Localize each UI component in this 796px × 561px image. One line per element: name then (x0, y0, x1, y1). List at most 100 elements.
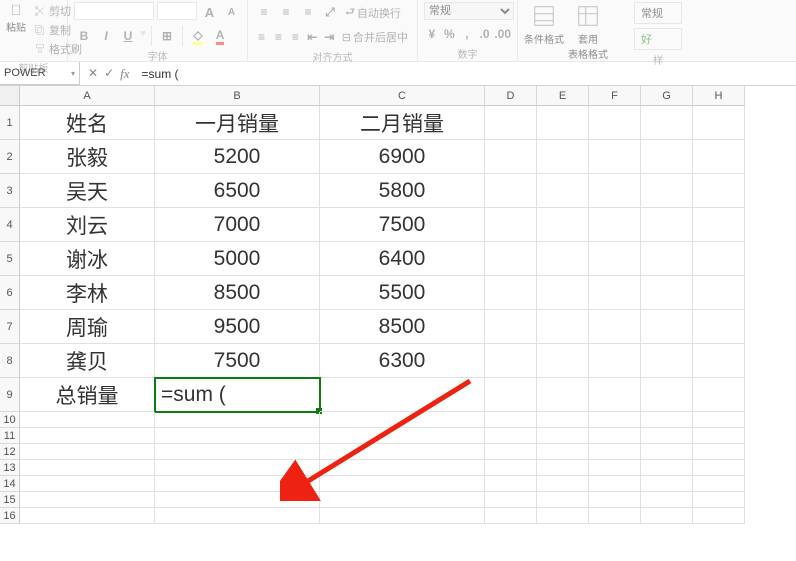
currency-button[interactable]: ¥ (424, 24, 440, 44)
cell-e3[interactable] (537, 174, 589, 208)
cell-e7[interactable] (537, 310, 589, 344)
increase-font-button[interactable]: A (200, 2, 219, 22)
cell-b1[interactable]: 一月销量 (155, 106, 320, 140)
row-header-9[interactable]: 9 (0, 378, 20, 412)
cell-g15[interactable] (641, 492, 693, 508)
row-header-14[interactable]: 14 (0, 476, 20, 492)
cell-h12[interactable] (693, 444, 745, 460)
col-header-h[interactable]: H (693, 86, 745, 106)
col-header-g[interactable]: G (641, 86, 693, 106)
cell-e6[interactable] (537, 276, 589, 310)
cell-d7[interactable] (485, 310, 537, 344)
cell-c16[interactable] (320, 508, 485, 524)
fill-color-button[interactable]: ◇ (188, 26, 208, 46)
cell-b10[interactable] (155, 412, 320, 428)
cell-c14[interactable] (320, 476, 485, 492)
cancel-formula-button[interactable]: ✕ (88, 66, 98, 82)
cell-f11[interactable] (589, 428, 641, 444)
cell-h2[interactable] (693, 140, 745, 174)
cell-g5[interactable] (641, 242, 693, 276)
cell-a12[interactable] (20, 444, 155, 460)
cell-e15[interactable] (537, 492, 589, 508)
cell-h11[interactable] (693, 428, 745, 444)
orientation-button[interactable]: ⤢ (320, 2, 340, 22)
cell-d4[interactable] (485, 208, 537, 242)
cell-h4[interactable] (693, 208, 745, 242)
cell-b3[interactable]: 6500 (155, 174, 320, 208)
cell-b2[interactable]: 5200 (155, 140, 320, 174)
style-good-button[interactable]: 好 (634, 28, 682, 50)
cell-a11[interactable] (20, 428, 155, 444)
cell-d8[interactable] (485, 344, 537, 378)
indent-inc-button[interactable]: ⇥ (322, 27, 337, 47)
cell-f8[interactable] (589, 344, 641, 378)
cell-e12[interactable] (537, 444, 589, 460)
cell-b4[interactable]: 7000 (155, 208, 320, 242)
cell-c6[interactable]: 5500 (320, 276, 485, 310)
row-header-10[interactable]: 10 (0, 412, 20, 428)
cell-a8[interactable]: 龚贝 (20, 344, 155, 378)
merge-center-button[interactable]: ⊟合并后居中 (339, 27, 411, 47)
font-size-select[interactable] (157, 2, 197, 20)
cell-g10[interactable] (641, 412, 693, 428)
cell-c1[interactable]: 二月销量 (320, 106, 485, 140)
cell-b16[interactable] (155, 508, 320, 524)
cell-a10[interactable] (20, 412, 155, 428)
cell-d11[interactable] (485, 428, 537, 444)
cell-c5[interactable]: 6400 (320, 242, 485, 276)
cell-g11[interactable] (641, 428, 693, 444)
bold-button[interactable]: B (74, 26, 94, 46)
align-right-button[interactable]: ≡ (288, 27, 303, 47)
cell-a1[interactable]: 姓名 (20, 106, 155, 140)
cell-f13[interactable] (589, 460, 641, 476)
cell-f7[interactable] (589, 310, 641, 344)
row-header-6[interactable]: 6 (0, 276, 20, 310)
cell-c8[interactable]: 6300 (320, 344, 485, 378)
wrap-text-button[interactable]: ⮐自动换行 (342, 2, 404, 23)
cell-h13[interactable] (693, 460, 745, 476)
align-bottom-button[interactable]: ≡ (298, 2, 318, 22)
cell-d1[interactable] (485, 106, 537, 140)
col-header-d[interactable]: D (485, 86, 537, 106)
cell-h5[interactable] (693, 242, 745, 276)
cell-g8[interactable] (641, 344, 693, 378)
decrease-font-button[interactable]: A (222, 2, 241, 22)
cell-h14[interactable] (693, 476, 745, 492)
cell-f16[interactable] (589, 508, 641, 524)
cell-e1[interactable] (537, 106, 589, 140)
cell-e10[interactable] (537, 412, 589, 428)
cell-g7[interactable] (641, 310, 693, 344)
row-header-13[interactable]: 13 (0, 460, 20, 476)
cell-f4[interactable] (589, 208, 641, 242)
cell-d6[interactable] (485, 276, 537, 310)
cell-e11[interactable] (537, 428, 589, 444)
cell-h6[interactable] (693, 276, 745, 310)
indent-dec-button[interactable]: ⇤ (305, 27, 320, 47)
col-header-c[interactable]: C (320, 86, 485, 106)
row-header-11[interactable]: 11 (0, 428, 20, 444)
cell-h7[interactable] (693, 310, 745, 344)
row-header-3[interactable]: 3 (0, 174, 20, 208)
cell-c2[interactable]: 6900 (320, 140, 485, 174)
cell-c10[interactable] (320, 412, 485, 428)
cell-c7[interactable]: 8500 (320, 310, 485, 344)
col-header-b[interactable]: B (155, 86, 320, 106)
cell-b13[interactable] (155, 460, 320, 476)
number-format-select[interactable]: 常规 (424, 2, 514, 20)
row-header-7[interactable]: 7 (0, 310, 20, 344)
cell-a3[interactable]: 吴天 (20, 174, 155, 208)
cell-g14[interactable] (641, 476, 693, 492)
cell-d12[interactable] (485, 444, 537, 460)
confirm-formula-button[interactable]: ✓ (104, 66, 114, 82)
cell-b5[interactable]: 5000 (155, 242, 320, 276)
row-header-4[interactable]: 4 (0, 208, 20, 242)
cell-f12[interactable] (589, 444, 641, 460)
cell-f6[interactable] (589, 276, 641, 310)
align-top-button[interactable]: ≡ (254, 2, 274, 22)
cell-g1[interactable] (641, 106, 693, 140)
table-format-button[interactable]: 套用 表格格式 (568, 31, 608, 61)
cell-b12[interactable] (155, 444, 320, 460)
select-all-corner[interactable] (0, 86, 20, 106)
fx-button[interactable]: fx (120, 66, 129, 82)
cell-d5[interactable] (485, 242, 537, 276)
